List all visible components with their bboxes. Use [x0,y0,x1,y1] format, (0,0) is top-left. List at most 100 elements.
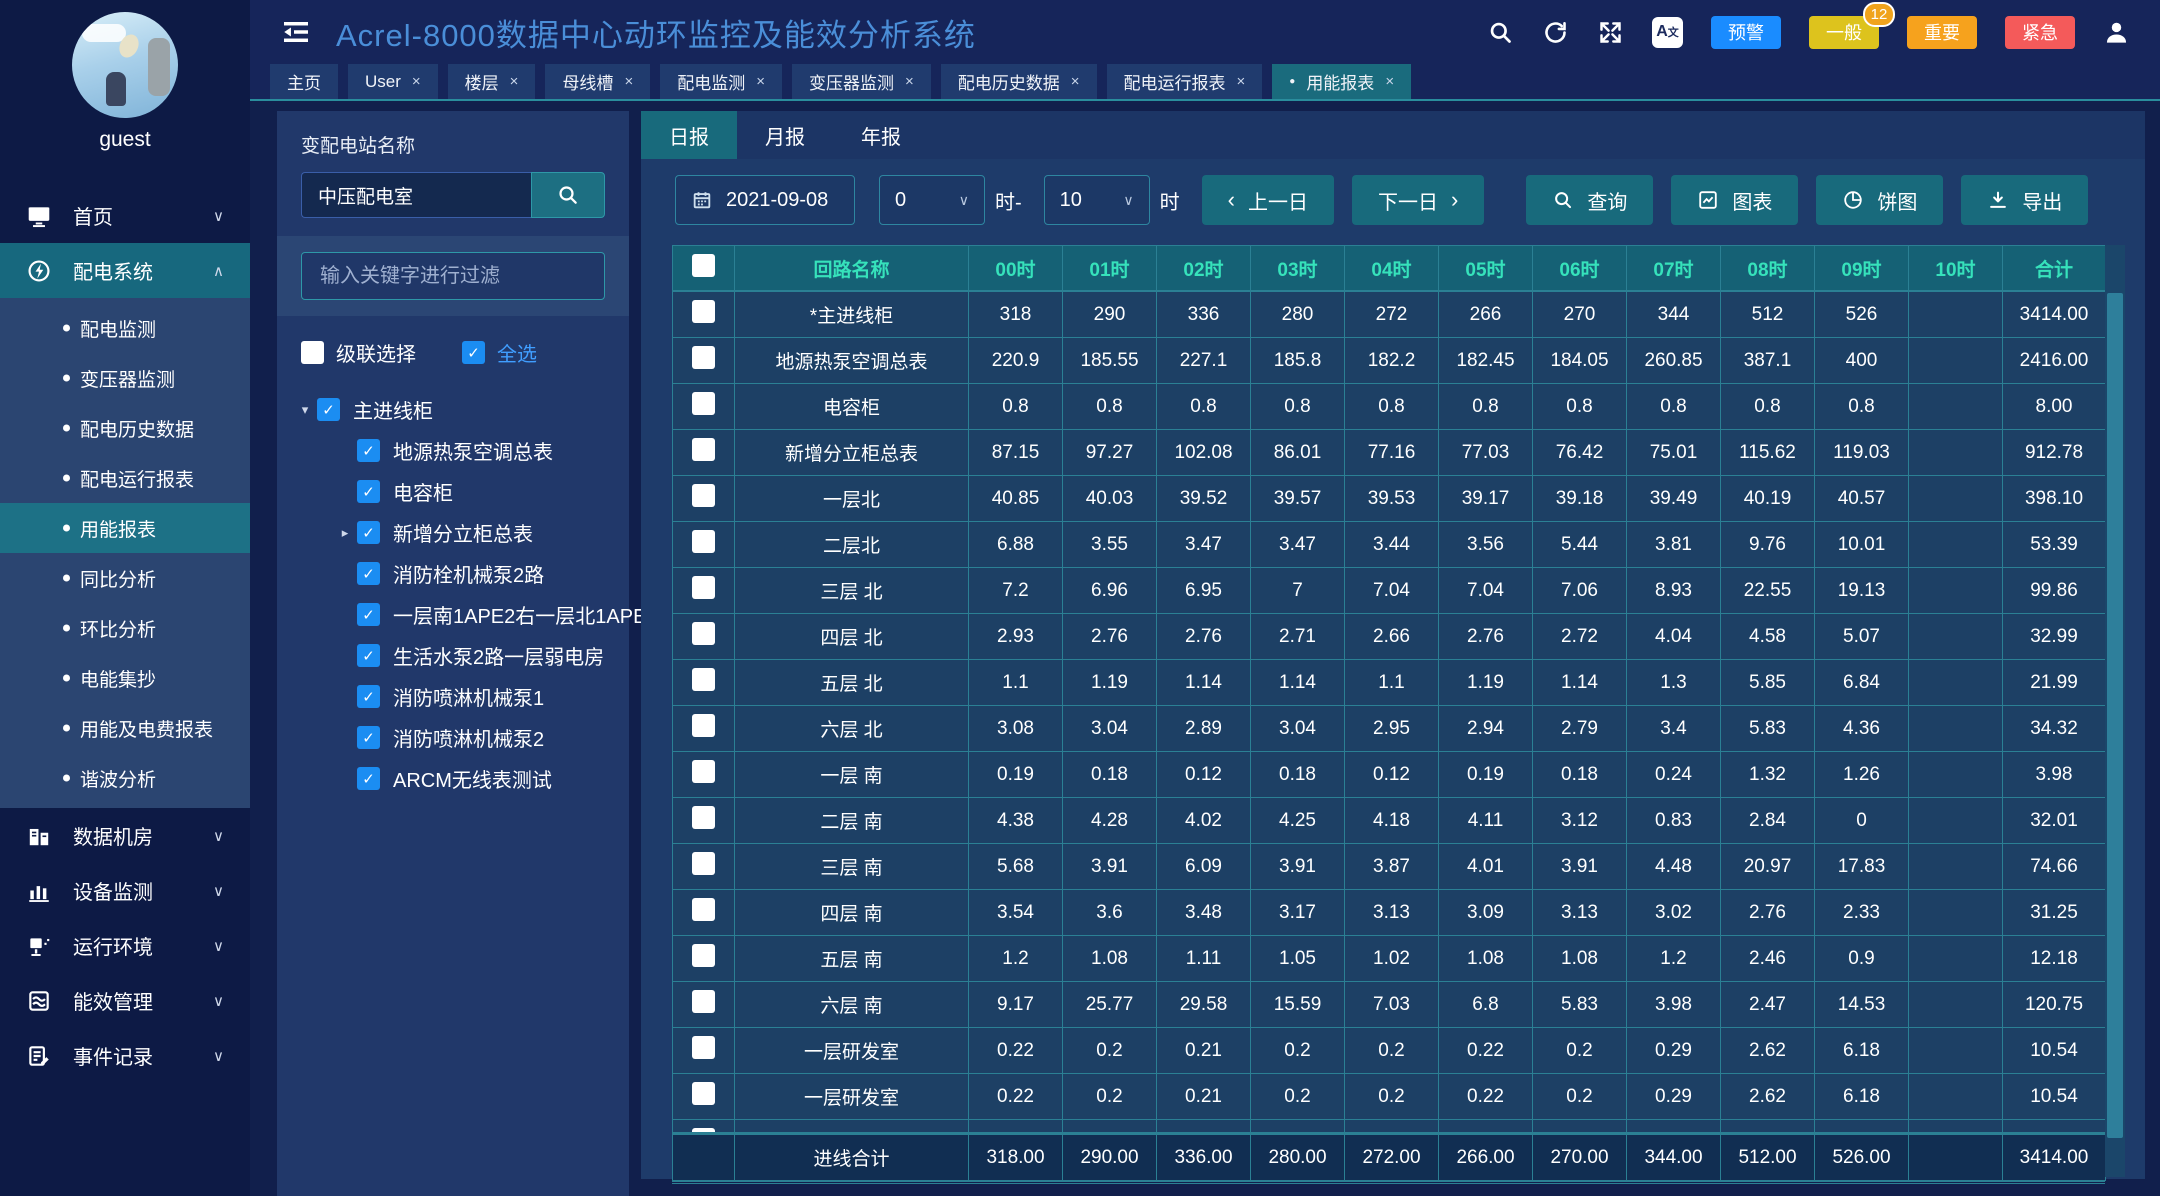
checkbox-unchecked[interactable] [692,944,715,967]
sidebar-subitem[interactable]: 变压器监测 [0,353,250,403]
close-icon[interactable]: × [412,73,421,90]
sidebar-subitem[interactable]: 环比分析 [0,603,250,653]
window-tab[interactable]: 配电历史数据× [941,64,1097,99]
report-tab-月报[interactable]: 月报 [737,111,833,159]
action-button-导出[interactable]: 导出 [1961,175,2088,225]
sidebar-subitem[interactable]: 电能集抄 [0,653,250,703]
checkbox-unchecked[interactable] [692,1128,715,1132]
sidebar-subitem[interactable]: 用能报表 [0,503,250,553]
sidebar-subitem[interactable]: 谐波分析 [0,753,250,803]
menu-fold-icon[interactable] [280,16,312,48]
tree-node[interactable]: ✓消防栓机械泵2路 [293,553,629,594]
checkbox-checked[interactable]: ✓ [357,767,380,790]
close-icon[interactable]: × [756,73,765,90]
close-icon[interactable]: × [905,73,914,90]
action-button-查询[interactable]: 查询 [1526,175,1653,225]
checkbox-checked[interactable]: ✓ [357,644,380,667]
sidebar-item[interactable]: 设备监测∨ [0,863,250,918]
checkbox-unchecked[interactable] [692,714,715,737]
window-tab[interactable]: User× [348,64,438,99]
sidebar-subitem[interactable]: 用能及电费报表 [0,703,250,753]
sidebar-item[interactable]: 配电系统∧ [0,243,250,298]
tree-filter-input[interactable] [301,252,605,300]
window-tab[interactable]: 楼层× [448,64,536,99]
sidebar-item[interactable]: 数据机房∨ [0,808,250,863]
checkbox-checked[interactable]: ✓ [317,398,340,421]
report-tab-年报[interactable]: 年报 [833,111,929,159]
report-tab-日报[interactable]: 日报 [641,111,737,159]
caret-right-icon[interactable]: ▸ [333,525,357,541]
hour-start-select[interactable]: 0 ∨ [879,175,985,225]
checkbox-checked[interactable]: ✓ [357,480,380,503]
scrollbar-thumb[interactable] [2107,293,2123,1138]
tree-node[interactable]: ✓生活水泵2路一层弱电房 [293,635,629,676]
checkbox-unchecked[interactable] [692,254,715,277]
checkbox-unchecked[interactable] [692,576,715,599]
window-tab[interactable]: 主页 [270,64,338,99]
checkbox-unchecked[interactable] [692,898,715,921]
select-all-checkbox[interactable]: ✓ 全选 [462,338,537,367]
tree-node[interactable]: ✓消防喷淋机械泵1 [293,676,629,717]
sidebar-item[interactable]: 能效管理∨ [0,973,250,1028]
hour-end-select[interactable]: 10 ∨ [1044,175,1150,225]
close-icon[interactable]: × [510,73,519,90]
checkbox-unchecked[interactable] [692,990,715,1013]
table-scrollbar[interactable] [2105,245,2125,1177]
window-tab[interactable]: 母线槽× [545,64,650,99]
checkbox-unchecked[interactable] [692,300,715,323]
user-icon[interactable] [2103,19,2130,46]
checkbox-checked[interactable]: ✓ [357,726,380,749]
alarm-button-2[interactable]: 一般12 [1809,16,1879,49]
alarm-button-3[interactable]: 重要 [1907,16,1977,49]
sidebar-subitem[interactable]: 同比分析 [0,553,250,603]
tree-node-root[interactable]: ▾✓主进线柜 [293,389,629,430]
checkbox-checked[interactable]: ✓ [357,521,380,544]
sidebar-item[interactable]: 运行环境∨ [0,918,250,973]
checkbox-unchecked[interactable] [692,760,715,783]
checkbox-unchecked[interactable] [692,484,715,507]
checkbox-checked[interactable]: ✓ [357,439,380,462]
checkbox-unchecked[interactable] [692,438,715,461]
fullscreen-icon[interactable] [1597,19,1624,46]
window-tab[interactable]: 变压器监测× [792,64,931,99]
window-tab[interactable]: 配电运行报表× [1107,64,1263,99]
search-icon[interactable] [1487,19,1514,46]
sidebar-subitem[interactable]: 配电运行报表 [0,453,250,503]
checkbox-unchecked[interactable] [692,1036,715,1059]
action-button-图表[interactable]: 图表 [1671,175,1798,225]
checkbox-unchecked[interactable] [692,806,715,829]
sidebar-subitem[interactable]: 配电历史数据 [0,403,250,453]
prev-day-button[interactable]: ‹上一日 [1202,175,1334,225]
tree-node[interactable]: ✓一层南1APE2右一层北1APE1左 [293,594,629,635]
next-day-button[interactable]: 下一日› [1352,175,1484,225]
sidebar-subitem[interactable]: 配电监测 [0,303,250,353]
avatar[interactable] [72,12,178,118]
checkbox-unchecked[interactable] [692,530,715,553]
close-icon[interactable]: × [1385,73,1394,90]
station-search-button[interactable] [531,172,605,218]
sidebar-item[interactable]: 首页∨ [0,188,250,243]
checkbox-unchecked[interactable] [692,1082,715,1105]
action-button-饼图[interactable]: 饼图 [1816,175,1943,225]
cascade-select-checkbox[interactable]: 级联选择 [301,338,416,367]
tree-node[interactable]: ✓ARCM无线表测试 [293,758,629,799]
window-tab[interactable]: ●用能报表× [1272,64,1411,99]
alarm-button-1[interactable]: 预警 [1711,16,1781,49]
refresh-icon[interactable] [1542,19,1569,46]
checkbox-checked[interactable]: ✓ [357,685,380,708]
close-icon[interactable]: × [1237,73,1246,90]
date-picker[interactable]: 2021-09-08 [675,175,855,225]
tree-node[interactable]: ✓电容柜 [293,471,629,512]
checkbox-checked[interactable]: ✓ [357,562,380,585]
checkbox-checked[interactable]: ✓ [357,603,380,626]
checkbox-unchecked[interactable] [692,668,715,691]
caret-down-icon[interactable]: ▾ [293,402,317,418]
alarm-button-4[interactable]: 紧急 [2005,16,2075,49]
close-icon[interactable]: × [1071,73,1080,90]
checkbox-unchecked[interactable] [692,346,715,369]
checkbox-unchecked[interactable] [692,392,715,415]
sidebar-item[interactable]: 事件记录∨ [0,1028,250,1083]
checkbox-unchecked[interactable] [692,852,715,875]
tree-node[interactable]: ▸✓新增分立柜总表 [293,512,629,553]
tree-node[interactable]: ✓地源热泵空调总表 [293,430,629,471]
